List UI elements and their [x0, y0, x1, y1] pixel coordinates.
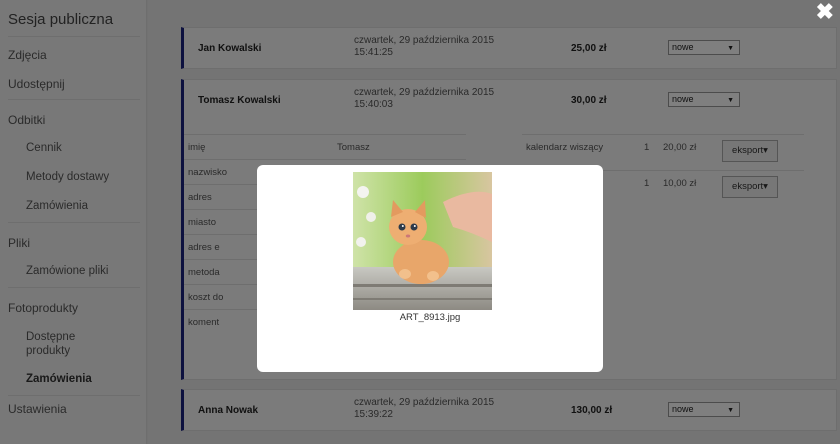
photo-filename: ART_8913.jpg [399, 312, 461, 323]
kitten-photo [353, 172, 492, 310]
close-icon[interactable]: ✖ [816, 1, 834, 23]
photo-preview [353, 172, 492, 310]
image-preview-modal: ART_8913.jpg [257, 165, 603, 372]
